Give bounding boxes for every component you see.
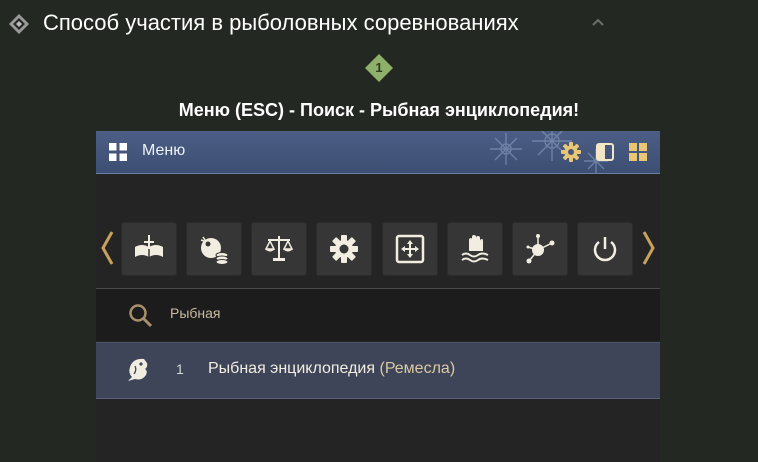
- guide-title: Способ участия в рыболовных соревнования…: [43, 10, 519, 35]
- result-label: Рыбная энциклопедия (Ремесла): [208, 360, 455, 378]
- menu-titlebar: Меню: [96, 131, 660, 174]
- gear-icon: [330, 235, 358, 263]
- instruction-caption: Меню (ESC) - Поиск - Рыбная энциклопедия…: [178, 100, 580, 120]
- step-badge: 1: [364, 53, 394, 83]
- book-sword-icon: [135, 235, 163, 257]
- menu-button-market[interactable]: [251, 222, 307, 276]
- ball-coins-icon: [200, 236, 229, 265]
- menu-icon-bar: [96, 174, 660, 288]
- search-icon: [129, 304, 153, 328]
- menu-panel: Меню Рыбная 1 Рыбная энциклопедия (Ремес…: [96, 131, 660, 462]
- menu-button-life[interactable]: [447, 222, 503, 276]
- menu-button-exit[interactable]: [577, 222, 633, 276]
- step-number: 1: [375, 60, 383, 75]
- result-name: Рыбная энциклопедия: [208, 360, 376, 377]
- menu-button-shop[interactable]: [186, 222, 242, 276]
- result-category: (Ремесла): [379, 360, 456, 377]
- result-index: 1: [176, 361, 184, 377]
- search-bar[interactable]: Рыбная: [96, 289, 660, 341]
- window-toggle-icon[interactable]: [594, 141, 616, 163]
- fish-icon: [128, 358, 148, 381]
- guide-header[interactable]: Способ участия в рыболовных соревнования…: [0, 0, 758, 48]
- menu-button-ui-layout[interactable]: [382, 222, 438, 276]
- arrow-right-icon[interactable]: [642, 230, 656, 266]
- search-result-row[interactable]: 1 Рыбная энциклопедия (Ремесла): [96, 342, 660, 399]
- search-input[interactable]: Рыбная: [170, 305, 221, 321]
- menu-button-settings[interactable]: [316, 222, 372, 276]
- menu-button-knowledge[interactable]: [121, 222, 177, 276]
- menu-button-community[interactable]: [512, 222, 568, 276]
- menu-grid-icon: [109, 143, 127, 161]
- chevron-up-icon[interactable]: [590, 16, 606, 28]
- power-icon: [593, 237, 617, 262]
- menu-title: Меню: [142, 142, 186, 159]
- diamond-bullet-icon: [9, 14, 29, 34]
- arrow-left-icon[interactable]: [100, 230, 114, 266]
- resize-icon: [395, 234, 425, 264]
- grid-icon[interactable]: [627, 141, 649, 163]
- network-icon: [526, 234, 555, 264]
- gear-icon[interactable]: [560, 141, 582, 163]
- scales-icon: [264, 236, 294, 261]
- hand-water-icon: [461, 235, 489, 263]
